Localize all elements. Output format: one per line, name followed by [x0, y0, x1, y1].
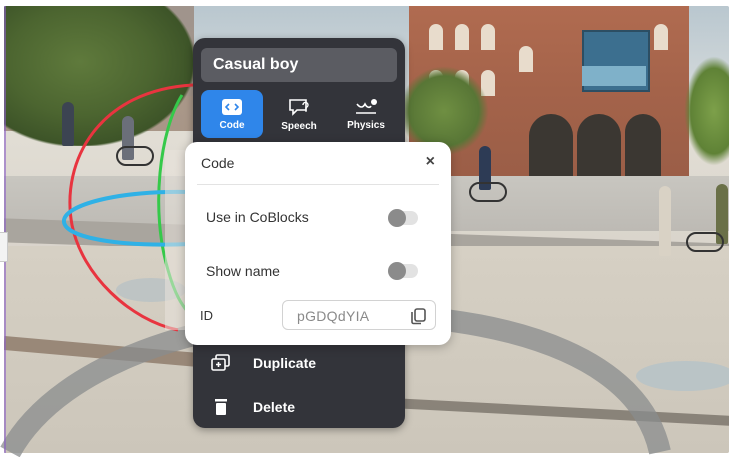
tree-cluster: [4, 6, 194, 146]
code-icon: [222, 98, 242, 115]
sidebar-toggle-handle[interactable]: [0, 232, 8, 262]
banner-lower: [582, 66, 646, 86]
bicycle: [116, 146, 154, 166]
tab-physics-label: Physics: [347, 119, 385, 131]
duplicate-icon: [211, 353, 231, 373]
delete-label: Delete: [253, 399, 296, 415]
archway: [577, 114, 621, 176]
copy-icon[interactable]: [409, 307, 427, 325]
window: [519, 46, 533, 72]
pedestrian: [659, 186, 671, 256]
divider: [197, 184, 439, 185]
delete-button[interactable]: Delete: [211, 393, 295, 421]
window: [481, 24, 495, 50]
window: [455, 24, 469, 50]
object-tabs: Code Speech Physics: [201, 90, 397, 138]
toggle-knob: [388, 262, 406, 280]
window: [429, 24, 443, 50]
id-label: ID: [200, 308, 213, 323]
close-icon[interactable]: ×: [426, 154, 435, 170]
bicycle: [469, 182, 507, 202]
puddle: [116, 278, 186, 302]
use-in-coblocks-label: Use in CoBlocks: [206, 209, 309, 225]
archway: [529, 114, 573, 176]
toggle-knob: [388, 209, 406, 227]
tab-speech-label: Speech: [281, 120, 317, 132]
bicycle: [686, 232, 724, 252]
window: [654, 24, 668, 50]
duplicate-label: Duplicate: [253, 355, 317, 371]
popup-title: Code: [201, 155, 235, 171]
code-popup: Code × Use in CoBlocks Show name ID pGDQ…: [185, 142, 451, 345]
pedestrian: [62, 102, 74, 146]
tab-speech[interactable]: Speech: [268, 90, 330, 138]
puddle: [636, 361, 729, 391]
show-name-toggle[interactable]: [388, 262, 418, 280]
tab-physics[interactable]: Physics: [335, 90, 397, 138]
physics-icon: [356, 98, 377, 114]
speech-bubble-icon: [289, 98, 309, 116]
id-field[interactable]: pGDQdYIA: [282, 300, 436, 330]
object-name-field[interactable]: Casual boy: [201, 48, 397, 82]
id-value: pGDQdYIA: [297, 308, 370, 324]
use-in-coblocks-toggle[interactable]: [388, 209, 418, 227]
tree: [684, 56, 729, 166]
archway: [625, 114, 661, 176]
duplicate-button[interactable]: Duplicate: [211, 349, 316, 377]
trash-icon: [211, 397, 231, 417]
tab-code[interactable]: Code: [201, 90, 263, 138]
viewport-edge: [4, 6, 6, 453]
tab-code-label: Code: [219, 119, 245, 131]
show-name-label: Show name: [206, 263, 280, 279]
